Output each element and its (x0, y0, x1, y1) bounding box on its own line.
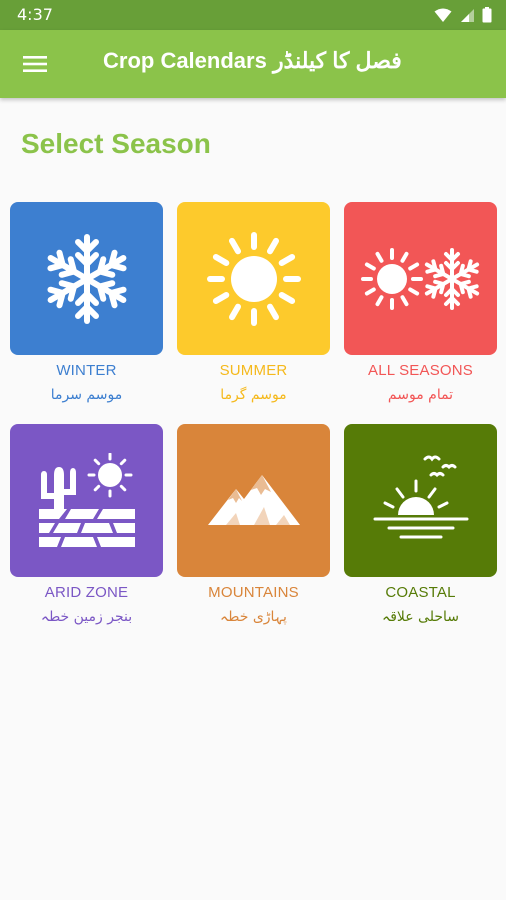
season-label: SUMMER (219, 362, 288, 379)
season-card-all-seasons[interactable]: ALL SEASONS تمام موسم (344, 202, 497, 405)
season-label: WINTER (56, 362, 117, 379)
season-tile[interactable] (10, 202, 163, 355)
season-tile[interactable] (177, 424, 330, 577)
sun-icon (206, 231, 301, 326)
season-tile[interactable] (344, 424, 497, 577)
page-title: Select Season (21, 128, 211, 159)
sunset-sea-birds-icon (373, 455, 468, 538)
menu-button[interactable] (18, 50, 52, 78)
season-label-urdu: ساحلی علاقہ (381, 609, 459, 625)
status-time: 4:37 (17, 5, 53, 24)
season-label-urdu: تمام موسم (387, 387, 454, 403)
wifi-icon (434, 8, 452, 22)
season-label-urdu: موسم سرما (50, 387, 123, 403)
season-card-mountains[interactable]: MOUNTAINS پہاڑی خطہ (177, 424, 330, 627)
season-grid: WINTER موسم سرما SUMMER موسم گرما ALL SE… (10, 202, 498, 627)
season-label: MOUNTAINS (208, 584, 299, 601)
hamburger-menu-icon (23, 56, 47, 72)
season-label: COASTAL (385, 584, 456, 601)
season-label: ALL SEASONS (367, 362, 474, 379)
season-card-coastal[interactable]: COASTAL ساحلی علاقہ (344, 424, 497, 627)
app-bar: Crop Calendars فصل کا کیلنڈر (0, 30, 506, 98)
battery-icon (482, 7, 492, 23)
season-card-winter[interactable]: WINTER موسم سرما (10, 202, 163, 405)
mountain-icon (207, 474, 300, 525)
season-card-summer[interactable]: SUMMER موسم گرما (177, 202, 330, 405)
sun-and-snowflake-icon (360, 247, 482, 310)
signal-icon (461, 8, 474, 22)
season-card-arid-zone[interactable]: ARID ZONE بنجر زمین خطہ (10, 424, 163, 627)
season-label-urdu: پہاڑی خطہ (220, 609, 287, 625)
snowflake-icon (39, 233, 135, 327)
season-label-urdu: موسم گرما (220, 387, 287, 403)
season-label: ARID ZONE (44, 584, 129, 601)
cactus-cracked-land-icon (38, 452, 135, 547)
season-tile[interactable] (10, 424, 163, 577)
season-label-urdu: بنجر زمین خطہ (40, 609, 133, 625)
status-bar: 4:37 (0, 0, 506, 30)
season-tile[interactable] (344, 202, 497, 355)
status-icons (434, 7, 492, 23)
app-title: Crop Calendars فصل کا کیلنڈر (103, 48, 402, 73)
season-tile[interactable] (177, 202, 330, 355)
